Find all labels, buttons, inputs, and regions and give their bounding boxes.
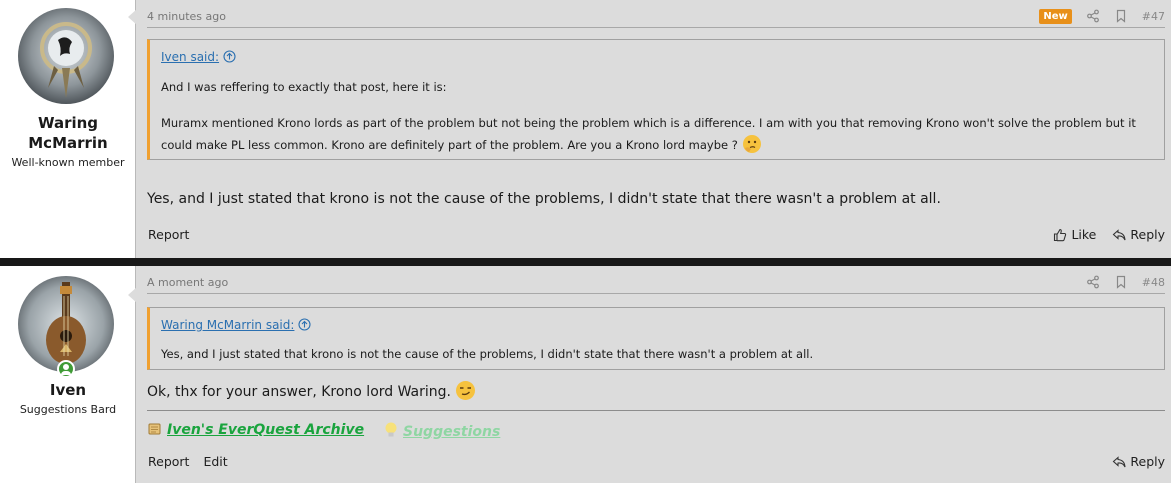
post-body-with-emoji: Ok, thx for your answer, Krono lord Wari…: [147, 380, 1161, 405]
quote-block: Iven said: And I was reffering to exactl…: [147, 39, 1165, 160]
arrow-up-circle-icon[interactable]: [223, 50, 236, 63]
smirk-emoji-icon: [455, 380, 476, 405]
post-body: Ok, thx for your answer, Krono lord Wari…: [147, 384, 451, 400]
edit-button[interactable]: Edit: [203, 454, 227, 469]
reply-label: Reply: [1130, 454, 1165, 469]
like-button[interactable]: Like: [1053, 227, 1096, 242]
post-time[interactable]: 4 minutes ago: [147, 10, 226, 23]
signature-link-suggestions-label: Suggestions: [403, 424, 501, 440]
user-cell: Waring McMarrin Well-known member: [0, 0, 136, 258]
share-icon[interactable]: [1086, 275, 1100, 289]
post-actions: Report Like Reply: [147, 227, 1165, 245]
user-cell: Iven Suggestions Bard: [0, 266, 136, 483]
thinking-emoji-icon: [742, 134, 762, 160]
share-icon[interactable]: [1086, 9, 1100, 23]
lightbulb-icon: [383, 421, 399, 443]
signature-link-archive[interactable]: Iven's EverQuest Archive: [147, 421, 364, 441]
quote-header: Waring McMarrin said:: [161, 318, 311, 332]
quote-header: Iven said:: [161, 50, 236, 64]
post-arrow: [128, 287, 137, 303]
reply-icon: [1112, 228, 1126, 242]
avatar[interactable]: [18, 276, 114, 372]
post-content: A moment ago #48 Waring McMarrin said: Y…: [137, 266, 1171, 483]
user-title: Well-known member: [11, 156, 125, 169]
username[interactable]: Iven: [0, 380, 136, 400]
quote-line: Yes, and I just stated that krono is not…: [161, 347, 814, 361]
post-47: Waring McMarrin Well-known member 4 minu…: [0, 0, 1171, 258]
report-button[interactable]: Report: [148, 454, 189, 469]
post-actions: Report Edit Reply: [147, 454, 1165, 472]
arrow-up-circle-icon[interactable]: [298, 318, 311, 331]
quote-author-link[interactable]: Waring McMarrin said:: [161, 318, 294, 332]
post-48: Iven Suggestions Bard A moment ago #48 W…: [0, 266, 1171, 483]
reply-button[interactable]: Reply: [1112, 454, 1165, 469]
post-number[interactable]: #48: [1142, 276, 1165, 289]
new-badge: New: [1039, 8, 1072, 24]
username[interactable]: Waring McMarrin: [0, 113, 136, 153]
username-line2[interactable]: McMarrin: [0, 133, 136, 153]
username-line1[interactable]: Waring: [0, 113, 136, 133]
signature-link-suggestions[interactable]: Suggestions: [383, 421, 500, 443]
post-meta: 4 minutes ago New #47: [147, 0, 1165, 28]
post-meta: A moment ago #48: [147, 266, 1165, 294]
post-number[interactable]: #47: [1142, 10, 1165, 23]
quote-block: Waring McMarrin said: Yes, and I just st…: [147, 307, 1165, 370]
post-content: 4 minutes ago New #47 Iven said: And I w…: [137, 0, 1171, 258]
user-title: Suggestions Bard: [19, 403, 117, 416]
reply-label: Reply: [1130, 227, 1165, 242]
bookmark-icon[interactable]: [1114, 275, 1128, 289]
avatar[interactable]: [18, 8, 114, 104]
report-button[interactable]: Report: [148, 227, 189, 242]
quote-line: Muramx mentioned Krono lords as part of …: [161, 116, 1136, 130]
reply-button[interactable]: Reply: [1112, 227, 1165, 242]
quote-author-link[interactable]: Iven said:: [161, 50, 219, 64]
scroll-icon: [147, 421, 163, 441]
quote-line: And I was reffering to exactly that post…: [161, 80, 447, 94]
quote-line-with-emoji: could make PL less common. Krono are def…: [161, 134, 1152, 160]
thumbs-up-icon: [1053, 228, 1067, 242]
quote-line-text: could make PL less common. Krono are def…: [161, 138, 738, 152]
signature-link-archive-label: Iven's EverQuest Archive: [167, 422, 365, 438]
signature: Iven's EverQuest Archive Suggestions: [147, 410, 1165, 444]
bookmark-icon[interactable]: [1114, 9, 1128, 23]
like-label: Like: [1071, 227, 1097, 242]
reply-icon: [1112, 455, 1126, 469]
post-body: Yes, and I just stated that krono is not…: [147, 191, 941, 207]
post-time[interactable]: A moment ago: [147, 276, 228, 289]
post-arrow: [128, 9, 137, 25]
post-divider: [0, 258, 1171, 266]
online-status-icon: [57, 360, 75, 378]
